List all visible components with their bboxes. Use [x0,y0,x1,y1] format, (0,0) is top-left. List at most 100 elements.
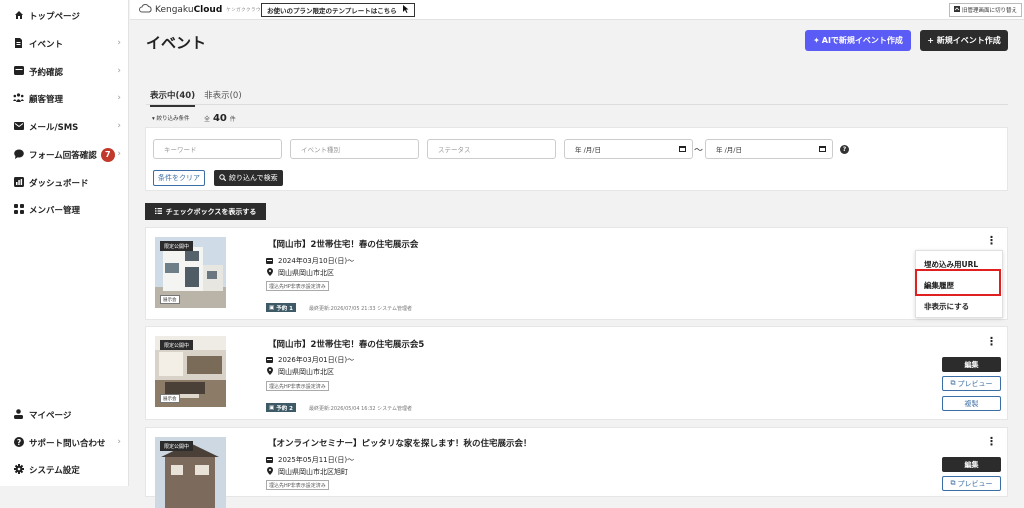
preview-button-label: プレビュー [957,479,993,488]
reservation-count[interactable]: ▣ 予約 2 [266,403,296,412]
location-pin-icon [266,467,273,477]
help-icon: ? [13,436,24,450]
logo-text-bold: Cloud [193,5,223,15]
sidebar-item-members[interactable]: メンバー管理 [13,202,121,218]
reservation-count[interactable]: ▣ 予約 1 [266,303,296,312]
result-count: 全 40 件 [204,113,236,124]
sidebar-item-label: メール/SMS [29,123,79,133]
event-location: 岡山県岡山市北区 [266,367,334,377]
sidebar-item-reservations[interactable]: 予約確認 › [13,64,121,80]
hp-hidden-tag: 埋込先HP非表示設定済み [266,281,329,291]
more-options-icon[interactable]: ⋮ [986,235,997,246]
event-type-select[interactable]: イベント種別 [290,139,419,159]
chat-icon [13,149,24,162]
ai-new-event-label: AIで新規イベント作成 [821,36,903,45]
preview-button[interactable]: ⧉ プレビュー [942,376,1001,391]
sidebar-item-label: 顧客管理 [29,95,64,105]
sidebar-item-mypage[interactable]: マイページ [13,407,121,423]
show-checkboxes-button[interactable]: チェックボックスを表示する [145,203,266,220]
sidebar-item-top[interactable]: トップページ [13,8,121,24]
ai-new-event-button[interactable]: ✦ AIで新規イベント作成 [805,30,911,51]
date-from-placeholder: 年 /月/日 [575,146,601,154]
preview-icon: ⧉ [950,379,956,387]
svg-text:?: ? [16,438,20,447]
sidebar-item-label: マイページ [29,411,72,421]
sidebar-item-support[interactable]: ? サポート問い合わせ › [13,435,121,451]
document-icon [13,37,24,51]
date-from-input[interactable]: 年 /月/日 [564,139,693,159]
event-card: 限定公開中 【オンラインセミナー】ピッタリな家を探します！秋の住宅展示会！ 20… [145,427,1008,508]
limited-public-ribbon: 限定公開中 [160,241,194,251]
highlight-box [915,269,1001,296]
calendar-icon[interactable] [679,145,686,154]
switch-old-admin-button[interactable]: 旧管理画面に切り替え [948,3,1022,17]
sidebar-item-label: 予約確認 [29,68,64,78]
date-to-placeholder: 年 /月/日 [716,146,742,154]
more-options-icon[interactable]: ⋮ [986,336,997,347]
status-select[interactable]: ステータス [427,139,556,159]
home-icon [13,10,24,23]
event-title[interactable]: 【岡山市】2世帯住宅！春の住宅展示会 [268,238,418,250]
sidebar-item-label: メンバー管理 [29,206,81,216]
duplicate-button[interactable]: 複製 [942,396,1001,411]
sidebar-item-mail[interactable]: メール/SMS › [13,119,121,135]
sidebar-item-dashboard[interactable]: ダッシュボード [13,175,121,191]
preview-icon: ⧉ [950,479,956,487]
chevron-right-icon: › [117,66,121,76]
sidebar-item-customers[interactable]: 顧客管理 › [13,91,121,107]
sidebar-item-forms[interactable]: フォーム回答確認 7 › [13,147,121,163]
people-icon [13,93,24,105]
event-card: 限定公開中 展示会 【岡山市】2世帯住宅！春の住宅展示会 2024年03月10日… [145,227,1008,320]
preview-button-label: プレビュー [957,379,993,388]
event-title[interactable]: 【岡山市】2世帯住宅！春の住宅展示会5 [268,338,424,350]
hp-hidden-tag: 埋込先HP非表示設定済み [266,381,329,391]
list-icon [154,207,162,216]
template-link-label: お使いのプラン限定のテンプレートはこちら [267,7,397,15]
event-thumbnail[interactable]: 限定公開中 展示会 [155,237,226,308]
preview-button[interactable]: ⧉ プレビュー [942,476,1001,491]
switch-label: 旧管理画面に切り替え [961,8,1017,14]
count-suffix: 件 [229,116,236,123]
event-type-tag: 展示会 [160,394,180,403]
sidebar: トップページ イベント › 予約確認 › 顧客管理 › メール/SMS › フォ… [0,0,129,486]
sidebar-item-settings[interactable]: システム設定 [13,462,121,478]
chevron-right-icon: › [117,38,121,48]
date-range-separator: 〜 [694,146,704,156]
calendar-icon[interactable] [819,145,826,154]
reservation-count-label: 予約 2 [276,405,293,412]
location-pin-icon [266,367,273,377]
edit-button[interactable]: 編集 [942,457,1001,472]
template-link-button[interactable]: お使いのプラン限定のテンプレートはこちら [261,3,415,17]
hp-hidden-tag: 埋込先HP非表示設定済み [266,480,329,490]
help-icon[interactable]: ? [840,145,849,154]
search-button-label: 絞り込んで検索 [229,174,278,182]
calendar-icon [266,356,273,365]
clear-filters-button[interactable]: 条件をクリア [153,170,205,186]
more-options-icon[interactable]: ⋮ [986,436,997,447]
event-title[interactable]: 【オンラインセミナー】ピッタリな家を探します！秋の住宅展示会！ [268,437,532,449]
keyword-input[interactable]: キーワード [153,139,282,159]
new-event-button[interactable]: + 新規イベント作成 [920,30,1008,51]
sidebar-item-events[interactable]: イベント › [13,36,121,52]
filter-toggle[interactable]: ▾ 絞り込み条件 [152,114,190,122]
menu-item-hide[interactable]: 非表示にする [924,301,969,312]
sidebar-item-label: ダッシュボード [29,179,89,189]
switch-icon [953,6,960,14]
event-thumbnail[interactable]: 限定公開中 展示会 [155,336,226,407]
page-title: イベント [146,34,207,52]
date-to-input[interactable]: 年 /月/日 [705,139,833,159]
reservation-icon: ▣ [269,404,275,411]
event-location-text: 岡山県岡山市北区 [278,368,334,376]
edit-button[interactable]: 編集 [942,357,1001,372]
chevron-right-icon: › [117,93,121,103]
show-checkboxes-label: チェックボックスを表示する [165,207,257,216]
logo[interactable]: KengakuCloud ケンガククラウド [139,4,266,16]
top-bar: KengakuCloud ケンガククラウド お使いのプラン限定のテンプレートはこ… [130,0,1024,20]
location-pin-icon [266,268,273,278]
search-button[interactable]: 絞り込んで検索 [214,170,283,186]
event-location-text: 岡山県岡山市北区旭町 [278,468,348,476]
sidebar-item-label: サポート問い合わせ [29,439,106,449]
chart-icon [13,176,24,190]
event-thumbnail[interactable]: 限定公開中 [155,437,226,508]
grid-icon [13,203,24,217]
